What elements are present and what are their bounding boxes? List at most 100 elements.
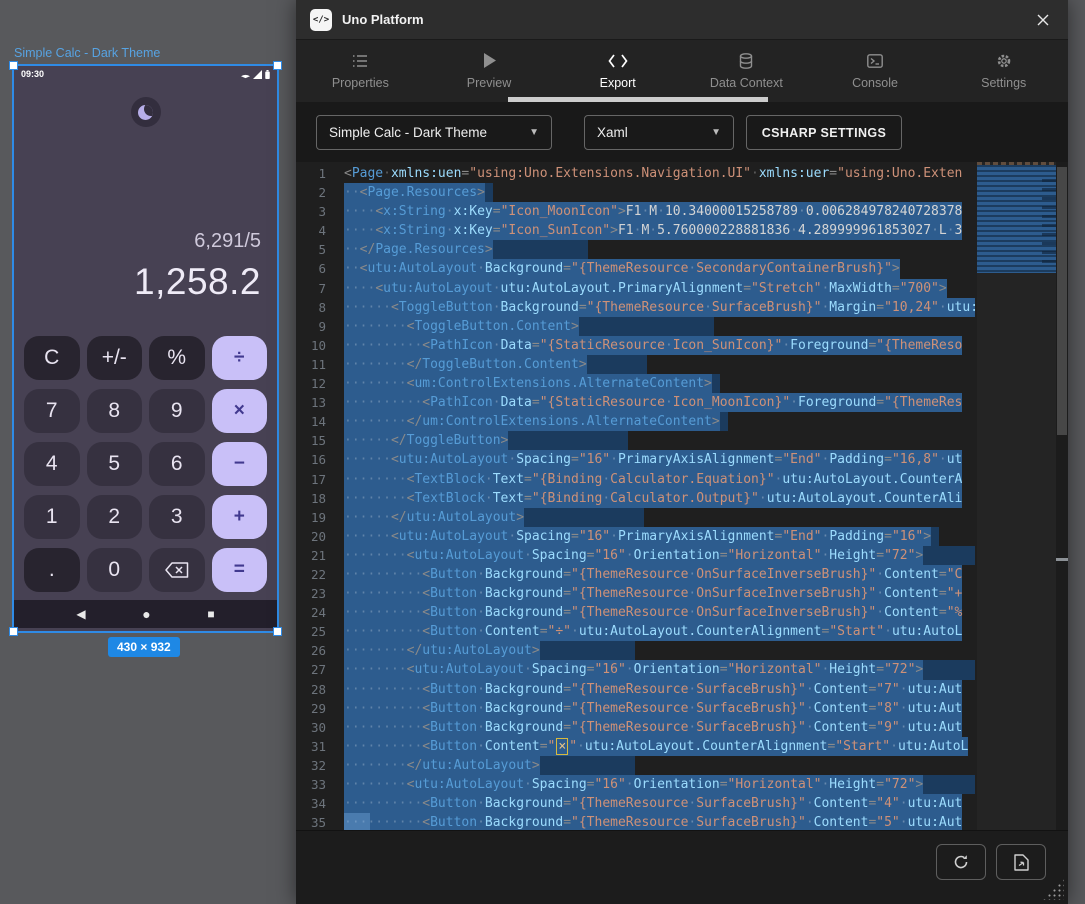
calc-button-3[interactable]: 3 bbox=[149, 495, 205, 539]
code-line[interactable]: 6··<utu:AutoLayout·Background="{ThemeRes… bbox=[296, 259, 975, 278]
code-line[interactable]: 15······</ToggleButton> bbox=[296, 431, 975, 450]
calc-button-4[interactable]: 4 bbox=[24, 442, 80, 486]
code-line[interactable]: 3····<x:String·x:Key="Icon_MoonIcon">F1·… bbox=[296, 202, 975, 221]
code-line[interactable]: 2··<Page.Resources> bbox=[296, 183, 975, 202]
code-line[interactable]: 10··········<PathIcon·Data="{StaticResou… bbox=[296, 336, 975, 355]
code-line[interactable]: 28··········<Button·Background="{ThemeRe… bbox=[296, 680, 975, 699]
selection-handle[interactable] bbox=[9, 61, 18, 70]
code-line[interactable]: 4····<x:String·x:Key="Icon_SunIcon">F1·M… bbox=[296, 221, 975, 240]
code-line[interactable]: 5··</Page.Resources> bbox=[296, 240, 975, 259]
calc-button-÷[interactable]: ÷ bbox=[212, 336, 268, 380]
selection-handle[interactable] bbox=[9, 627, 18, 636]
calc-button-5[interactable]: 5 bbox=[87, 442, 143, 486]
calc-button-2[interactable]: 2 bbox=[87, 495, 143, 539]
calc-button-0[interactable]: 0 bbox=[87, 548, 143, 592]
battery-icon bbox=[265, 70, 270, 79]
design-canvas[interactable]: Simple Calc - Dark Theme 09:30 6,291/5 1… bbox=[0, 0, 296, 904]
line-number: 10 bbox=[296, 336, 340, 355]
selection-handle[interactable] bbox=[273, 61, 282, 70]
refresh-button[interactable] bbox=[936, 844, 986, 880]
code-line[interactable]: 19······</utu:AutoLayout> bbox=[296, 508, 975, 527]
moon-icon bbox=[138, 105, 153, 120]
calc-button-7[interactable]: 7 bbox=[24, 389, 80, 433]
calc-button-6[interactable]: 6 bbox=[149, 442, 205, 486]
code-line[interactable]: 32········</utu:AutoLayout> bbox=[296, 756, 975, 775]
phone-preview[interactable]: 09:30 6,291/5 1,258.2 C+/-%÷ 789× 456− 123+… bbox=[14, 66, 277, 631]
project-select[interactable]: Simple Calc - Dark Theme ▼ bbox=[316, 115, 552, 150]
resize-grip[interactable] bbox=[1042, 878, 1064, 900]
code-editor[interactable]: 1<Page·xmlns:uen="using:Uno.Extensions.N… bbox=[296, 162, 1068, 830]
minimap-selection bbox=[977, 165, 1056, 273]
selection-handle[interactable] bbox=[273, 627, 282, 636]
code-line[interactable]: 29··········<Button·Background="{ThemeRe… bbox=[296, 699, 975, 718]
tab-settings[interactable]: Settings bbox=[939, 40, 1068, 102]
window-title: Uno Platform bbox=[342, 12, 424, 27]
code-line[interactable]: 26········</utu:AutoLayout> bbox=[296, 641, 975, 660]
code-line[interactable]: 14········</um:ControlExtensions.Alterna… bbox=[296, 412, 975, 431]
code-line[interactable]: 13··········<PathIcon·Data="{StaticResou… bbox=[296, 393, 975, 412]
scrollbar-thumb[interactable] bbox=[1057, 167, 1067, 435]
code-line[interactable]: 34··········<Button·Background="{ThemeRe… bbox=[296, 794, 975, 813]
theme-toggle-button[interactable] bbox=[131, 97, 161, 127]
code-line[interactable]: 25··········<Button·Content="÷"·utu:Auto… bbox=[296, 622, 975, 641]
chevron-down-icon: ▼ bbox=[529, 127, 539, 138]
code-line[interactable]: 1<Page·xmlns:uen="using:Uno.Extensions.N… bbox=[296, 164, 975, 183]
code-line[interactable]: 12········<um:ControlExtensions.Alternat… bbox=[296, 374, 975, 393]
calc-button-decimal[interactable]: . bbox=[24, 548, 80, 592]
code-line[interactable]: 24··········<Button·Background="{ThemeRe… bbox=[296, 603, 975, 622]
chevron-down-icon: ▼ bbox=[711, 127, 721, 138]
line-number: 3 bbox=[296, 202, 340, 221]
format-select[interactable]: Xaml ▼ bbox=[584, 115, 734, 150]
calc-button-×[interactable]: × bbox=[212, 389, 268, 433]
close-icon bbox=[1036, 13, 1050, 27]
code-line[interactable]: 16······<utu:AutoLayout·Spacing="16"·Pri… bbox=[296, 450, 975, 469]
calc-button-C[interactable]: C bbox=[24, 336, 80, 380]
recents-icon[interactable]: ■ bbox=[207, 608, 214, 620]
calc-button-minus[interactable]: − bbox=[212, 442, 268, 486]
calc-button-8[interactable]: 8 bbox=[87, 389, 143, 433]
code-line[interactable]: 11········</ToggleButton.Content> bbox=[296, 355, 975, 374]
tab-console[interactable]: Console bbox=[811, 40, 940, 102]
code-line[interactable]: 22··········<Button·Background="{ThemeRe… bbox=[296, 565, 975, 584]
code-line[interactable]: 18········<TextBlock·Text="{Binding·Calc… bbox=[296, 489, 975, 508]
calc-button-1[interactable]: 1 bbox=[24, 495, 80, 539]
calc-display: 6,291/5 1,258.2 bbox=[14, 226, 277, 308]
code-line[interactable]: 9········<ToggleButton.Content> bbox=[296, 317, 975, 336]
code-line[interactable]: 8······<ToggleButton·Background="{ThemeR… bbox=[296, 298, 975, 317]
code-line[interactable]: 21········<utu:AutoLayout·Spacing="16"·O… bbox=[296, 546, 975, 565]
home-icon[interactable]: ● bbox=[142, 607, 150, 621]
code-line[interactable]: 31··········<Button·Content="×"·utu:Auto… bbox=[296, 737, 975, 756]
frame-label[interactable]: Simple Calc - Dark Theme bbox=[14, 46, 160, 60]
code-line[interactable]: 7····<utu:AutoLayout·utu:AutoLayout.Prim… bbox=[296, 279, 975, 298]
export-file-button[interactable] bbox=[996, 844, 1046, 880]
code-line[interactable]: 35··········<Button·Background="{ThemeRe… bbox=[296, 813, 975, 830]
window-titlebar[interactable]: </> Uno Platform bbox=[296, 0, 1068, 40]
calc-button-+/-[interactable]: +/- bbox=[87, 336, 143, 380]
code-line[interactable]: 17········<TextBlock·Text="{Binding·Calc… bbox=[296, 470, 975, 489]
tab-preview[interactable]: Preview bbox=[425, 40, 554, 102]
code-line[interactable]: 20······<utu:AutoLayout·Spacing="16"·Pri… bbox=[296, 527, 975, 546]
calc-button-%[interactable]: % bbox=[149, 336, 205, 380]
line-number: 7 bbox=[296, 279, 340, 298]
code-line[interactable]: 33········<utu:AutoLayout·Spacing="16"·O… bbox=[296, 775, 975, 794]
minimap[interactable] bbox=[977, 162, 1056, 830]
calc-keypad: C+/-%÷ 789× 456− 123+.0 = bbox=[24, 336, 267, 592]
back-icon[interactable]: ◀ bbox=[76, 608, 85, 620]
calc-button-equals[interactable]: = bbox=[212, 548, 268, 592]
code-line[interactable]: 30··········<Button·Background="{ThemeRe… bbox=[296, 718, 975, 737]
status-bar: 09:30 bbox=[14, 66, 277, 82]
calc-button-plus[interactable]: + bbox=[212, 495, 268, 539]
tab-properties[interactable]: Properties bbox=[296, 40, 425, 102]
editor-scrollbar[interactable] bbox=[1056, 162, 1068, 830]
calc-button-9[interactable]: 9 bbox=[149, 389, 205, 433]
signal-icon bbox=[253, 70, 262, 79]
tab-export[interactable]: Export bbox=[553, 40, 682, 102]
calc-button-backspace[interactable] bbox=[149, 548, 205, 592]
code-line[interactable]: 23··········<Button·Background="{ThemeRe… bbox=[296, 584, 975, 603]
code-lines[interactable]: 1<Page·xmlns:uen="using:Uno.Extensions.N… bbox=[296, 164, 975, 830]
tab-data-context[interactable]: Data Context bbox=[682, 40, 811, 102]
line-number: 6 bbox=[296, 259, 340, 278]
csharp-settings-button[interactable]: CSHARP SETTINGS bbox=[746, 115, 902, 150]
close-button[interactable] bbox=[1032, 9, 1054, 31]
code-line[interactable]: 27········<utu:AutoLayout·Spacing="16"·O… bbox=[296, 660, 975, 679]
